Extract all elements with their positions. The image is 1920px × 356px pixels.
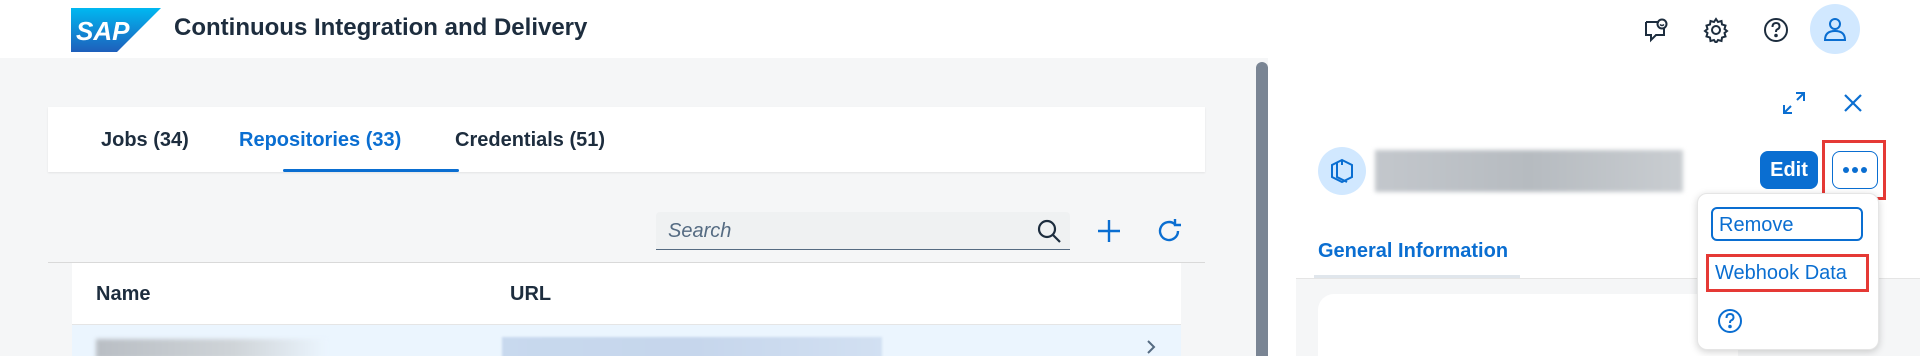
active-tab-indicator: [283, 169, 459, 172]
refresh-button[interactable]: [1152, 214, 1186, 248]
close-button[interactable]: [1836, 86, 1870, 120]
tab-bar: Jobs (34) Repositories (33) Credentials …: [48, 107, 1205, 172]
search-icon[interactable]: [1036, 218, 1062, 244]
tab-credentials[interactable]: Credentials (51): [455, 129, 605, 152]
menu-item-remove[interactable]: Remove: [1711, 207, 1863, 241]
repository-avatar: [1318, 147, 1366, 195]
user-icon: [1823, 18, 1847, 41]
repositories-table: Name URL: [72, 263, 1181, 356]
repository-icon: [1331, 158, 1353, 184]
fullscreen-button[interactable]: [1777, 86, 1811, 120]
settings-icon[interactable]: [1698, 12, 1734, 48]
close-icon: [1844, 94, 1862, 112]
table-row[interactable]: [72, 325, 1181, 356]
search-input[interactable]: [668, 218, 1008, 244]
svg-text:SAP: SAP: [76, 16, 130, 46]
highlight-box-more: [1822, 140, 1886, 200]
feedback-icon[interactable]: [1638, 12, 1674, 48]
panel-splitter[interactable]: [1256, 62, 1268, 356]
edit-button[interactable]: Edit: [1760, 151, 1818, 189]
redacted-repository-name: [1375, 150, 1683, 192]
sap-logo[interactable]: SAP: [71, 8, 161, 52]
add-button[interactable]: [1092, 214, 1126, 248]
highlight-box-webhook: [1706, 254, 1869, 292]
help-icon[interactable]: [1758, 12, 1794, 48]
app-title: Continuous Integration and Delivery: [174, 14, 588, 41]
details-card: [1318, 294, 1738, 356]
actions-menu: Remove Webhook Data: [1697, 193, 1879, 350]
shell-bar: SAP Continuous Integration and Delivery: [0, 0, 1920, 58]
tab-jobs[interactable]: Jobs (34): [101, 129, 189, 152]
redacted-url: [502, 337, 882, 356]
help-icon[interactable]: [1716, 307, 1744, 335]
menu-item-remove-label: Remove: [1719, 214, 1794, 236]
column-header-url[interactable]: URL: [510, 283, 551, 306]
add-icon: [1098, 220, 1120, 242]
user-avatar[interactable]: [1810, 4, 1860, 54]
expand-icon: [1783, 92, 1805, 114]
refresh-icon: [1158, 219, 1181, 242]
column-header-name[interactable]: Name: [96, 283, 150, 306]
search-field[interactable]: [656, 212, 1070, 250]
tab-general-information[interactable]: General Information: [1318, 240, 1508, 263]
chevron-right-icon: [1147, 340, 1156, 354]
redacted-name: [96, 339, 326, 356]
tab-repositories[interactable]: Repositories (33): [239, 129, 401, 152]
